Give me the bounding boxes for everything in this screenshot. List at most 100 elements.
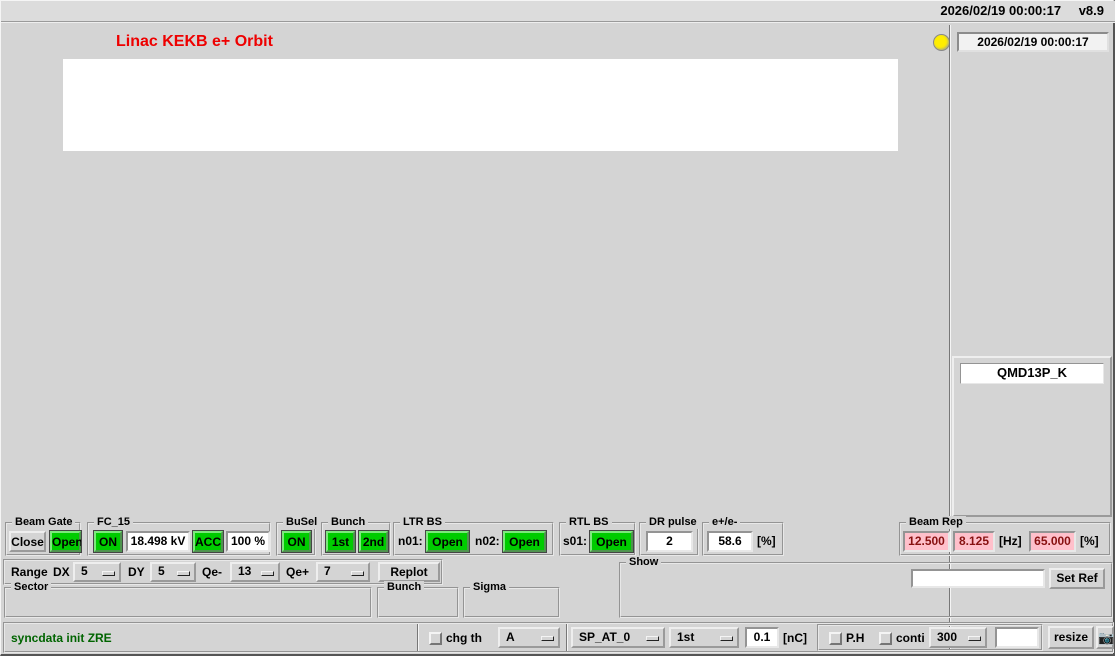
status-divider — [566, 624, 568, 651]
chg-th-option[interactable]: A — [498, 627, 560, 648]
range-row: Range DX 5 DY 5 Qe- 13 Qe+ 7 Replot — [3, 559, 443, 585]
rtl-bs-group: RTL BS s01: Open — [559, 522, 636, 556]
bunch-select-title: Bunch — [384, 581, 424, 594]
busel-on-button[interactable]: ON — [282, 531, 311, 552]
range-dy-option[interactable]: 5 — [150, 562, 196, 582]
threshold-field[interactable]: 0.1 — [745, 627, 779, 648]
camera-icon: 📷 — [1098, 630, 1114, 645]
fc15-title: FC_15 — [94, 516, 133, 529]
set-ref-button[interactable]: Set Ref — [1049, 568, 1105, 589]
option-dash-icon — [351, 571, 364, 576]
app-window: { "titlebar": { "datetime": "2026/02/19 … — [0, 0, 1115, 656]
range-qep-option[interactable]: 7 — [316, 562, 370, 582]
beam-gate-title: Beam Gate — [12, 516, 75, 529]
sector-group: Sector — [4, 587, 372, 618]
option-dash-icon — [646, 636, 659, 641]
rtl-s01-label: s01: — [563, 534, 587, 548]
bunch-2nd-button[interactable]: 2nd — [359, 531, 388, 552]
set-ref-input[interactable] — [911, 569, 1045, 588]
ltr-n01-label: n01: — [398, 534, 423, 548]
fc15-acc-button[interactable]: ACC — [193, 531, 223, 552]
screenshot-camera-button[interactable]: 📷 — [1096, 626, 1114, 649]
fc15-pct-field[interactable]: 100 % — [226, 531, 270, 552]
status-divider — [417, 624, 419, 651]
ph-toggle[interactable]: P.H — [829, 631, 864, 645]
range-qep-label: Qe+ — [286, 565, 309, 579]
bunch-1st-button[interactable]: 1st — [326, 531, 355, 552]
sigma-group: Sigma — [463, 587, 560, 618]
count-input[interactable] — [995, 627, 1039, 648]
conti-toggle[interactable]: conti — [879, 631, 925, 645]
ltr-n02-label: n02: — [475, 534, 500, 548]
bunch-select-group: Bunch — [377, 587, 459, 618]
status-bar: syncdata init ZRE chg th A SP_AT_0 1st 0… — [3, 622, 1114, 653]
bunch-option[interactable]: 1st — [669, 627, 739, 648]
count-option[interactable]: 300 — [929, 627, 987, 648]
option-dash-icon — [968, 636, 981, 641]
rtl-bs-title: RTL BS — [566, 516, 612, 529]
status-message: syncdata init ZRE — [11, 631, 112, 645]
bpm-monitor-panel: QMD13P_K — [952, 356, 1112, 517]
beam-gate-group: Beam Gate Close Open — [5, 522, 81, 556]
bunch-title: Bunch — [328, 516, 368, 529]
beam-gate-close-button[interactable]: Close — [9, 531, 46, 552]
epe-ratio-group: e+/e- 58.6 [%] — [702, 522, 784, 556]
range-dx-option[interactable]: 5 — [73, 562, 121, 582]
ltr-n01-open-button[interactable]: Open — [426, 531, 469, 552]
sp-option[interactable]: SP_AT_0 — [571, 627, 665, 648]
beam-rep-field-2: 8.125 — [953, 531, 995, 552]
epe-ratio-title: e+/e- — [709, 516, 740, 529]
bpm-name-axis — [63, 454, 898, 516]
show-title: Show — [626, 556, 661, 569]
beam-status-lamp-icon — [933, 34, 950, 51]
beam-rep-hz-label: [Hz] — [999, 534, 1022, 548]
chg-th-toggle[interactable]: chg th — [429, 631, 482, 645]
busel-title: BuSel — [283, 516, 320, 529]
beam-rep-field-3: 65.000 — [1029, 531, 1076, 552]
beam-rep-field-1: 12.500 — [903, 531, 950, 552]
status-time-field: 2026/02/19 00:00:17 — [957, 32, 1109, 52]
acquisition-subpanel: P.H conti 300 — [817, 624, 1043, 651]
dr-pulse-group: DR pulse 2 — [639, 522, 699, 556]
ltr-bs-group: LTR BS n01: Open n02: Open — [393, 522, 554, 556]
show-group: Show Set Ref — [619, 562, 1113, 618]
resize-button[interactable]: resize — [1048, 626, 1094, 649]
range-label: Range — [11, 565, 48, 579]
beam-rep-group: Beam Rep 12.500 8.125 [Hz] 65.000 [%] — [899, 522, 1111, 556]
option-dash-icon — [177, 571, 190, 576]
epe-ratio-field: 58.6 — [707, 531, 753, 552]
right-panel-divider — [949, 25, 951, 653]
range-dx-label: DX — [53, 565, 70, 579]
beam-rep-pct-label: [%] — [1080, 534, 1099, 548]
threshold-unit: [nC] — [783, 631, 807, 645]
bpm-monitor-title[interactable]: QMD13P_K — [960, 363, 1104, 384]
fc15-group: FC_15 ON 18.498 kV ACC 100 % — [87, 522, 271, 556]
top-datetime: 2026/02/19 00:00:17 — [940, 3, 1061, 18]
option-dash-icon — [720, 636, 733, 641]
beam-gate-open-button[interactable]: Open — [50, 531, 81, 552]
sigma-title: Sigma — [470, 581, 509, 594]
option-dash-icon — [261, 571, 274, 576]
fc15-on-button[interactable]: ON — [94, 531, 122, 552]
busel-group: BuSel ON — [276, 522, 316, 556]
option-dash-icon — [541, 636, 554, 641]
sector-title: Sector — [11, 581, 51, 594]
range-qem-option[interactable]: 13 — [230, 562, 280, 582]
dr-pulse-field[interactable]: 2 — [646, 531, 693, 552]
range-qem-label: Qe- — [202, 565, 222, 579]
range-dy-label: DY — [128, 565, 145, 579]
ltr-bs-title: LTR BS — [400, 516, 445, 529]
bunch-group: Bunch 1st 2nd — [321, 522, 391, 556]
top-status-strip: 2026/02/19 00:00:17 v8.9 — [1, 1, 1115, 23]
rtl-s01-open-button[interactable]: Open — [590, 531, 633, 552]
epe-ratio-unit: [%] — [757, 534, 776, 548]
replot-button[interactable]: Replot — [378, 562, 440, 582]
dr-pulse-title: DR pulse — [646, 516, 700, 529]
app-version: v8.9 — [1079, 3, 1104, 18]
beam-rep-title: Beam Rep — [906, 516, 966, 529]
ltr-n02-open-button[interactable]: Open — [503, 531, 546, 552]
dx-plot-canvas[interactable] — [31, 58, 936, 153]
fc15-kv-field[interactable]: 18.498 kV — [126, 531, 190, 552]
option-dash-icon — [102, 571, 115, 576]
page-title: Linac KEKB e+ Orbit — [116, 33, 273, 51]
